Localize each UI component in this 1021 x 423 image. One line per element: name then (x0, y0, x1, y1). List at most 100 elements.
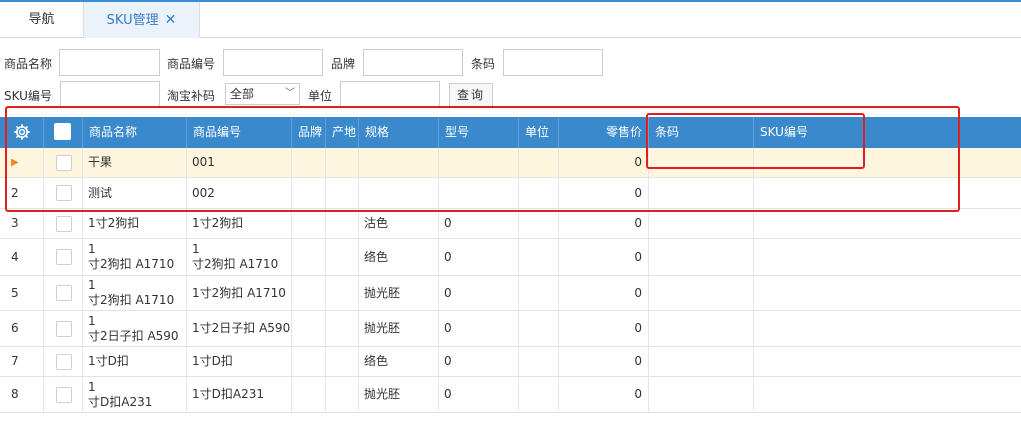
row-checkbox[interactable] (56, 249, 72, 265)
cell-spec: 沽色 (359, 209, 439, 238)
cell-brand (292, 148, 326, 177)
barcode-label: 条码 (471, 57, 496, 71)
taobao-code-select[interactable]: 全部 ﹀ (225, 83, 300, 105)
brand-input[interactable] (363, 49, 463, 76)
cell-brand (292, 377, 326, 412)
cell-unit (519, 148, 559, 177)
cell-retail-price: 0 (559, 209, 649, 238)
cell-unit (519, 347, 559, 376)
cell-barcode (649, 178, 754, 208)
row-number: 7 (0, 347, 44, 376)
tab-navigation[interactable]: 导航 (0, 2, 84, 38)
cell-spec: 络色 (359, 347, 439, 376)
col-header-product-name[interactable]: 商品名称 (83, 117, 187, 148)
col-header-origin[interactable]: 产地 (326, 117, 359, 148)
row-checkbox[interactable] (56, 320, 72, 337)
select-all-checkbox[interactable] (54, 123, 71, 140)
cell-model: 0 (439, 377, 519, 412)
barcode-input[interactable] (503, 49, 603, 76)
table-row[interactable]: 41 寸2狗扣 A1710 1 寸2狗扣 A1710 络色 0 0 (0, 239, 1021, 276)
unit-input[interactable] (340, 81, 440, 108)
cell-unit (519, 377, 559, 412)
cell-sku-code (754, 377, 1021, 412)
close-icon[interactable]: ✕ (165, 12, 177, 28)
taobao-code-value: 全部 (230, 87, 255, 101)
table-row[interactable]: ▶ 干果 001 0 (0, 148, 1021, 178)
tab-sku-management[interactable]: SKU管理 ✕ (84, 2, 200, 38)
row-checkbox[interactable] (56, 154, 72, 171)
cell-model: 0 (439, 311, 519, 346)
cell-origin (326, 178, 359, 208)
col-header-barcode[interactable]: 条码 (649, 117, 754, 148)
row-checkbox[interactable] (56, 185, 72, 201)
query-button[interactable]: 查询 (449, 83, 493, 107)
row-checkbox[interactable] (56, 353, 72, 370)
table-row[interactable]: 61 寸2日子扣 A590 1寸2日子扣 A590 抛光胚 0 0 (0, 311, 1021, 347)
col-header-product-code[interactable]: 商品编号 (187, 117, 292, 148)
cell-brand (292, 276, 326, 310)
table-row[interactable]: 81 寸D扣A231 1寸D扣A231 抛光胚 0 0 (0, 377, 1021, 413)
row-checkbox[interactable] (56, 215, 72, 232)
col-header-unit[interactable]: 单位 (519, 117, 559, 148)
cell-barcode (649, 209, 754, 238)
cell-brand (292, 239, 326, 275)
row-number: ▶ (0, 148, 44, 177)
settings-icon[interactable] (0, 117, 44, 148)
row-number: 4 (0, 239, 44, 275)
cell-origin (326, 311, 359, 346)
row-checkbox[interactable] (56, 285, 72, 301)
cell-origin (326, 209, 359, 238)
grid-header: 商品名称 商品编号 品牌 产地 规格 型号 单位 零售价 条码 SKU编号 (0, 117, 1021, 148)
cell-spec (359, 178, 439, 208)
row-checkbox-cell (44, 311, 83, 346)
col-header-spec[interactable]: 规格 (359, 117, 439, 148)
row-checkbox[interactable] (56, 386, 72, 403)
product-code-label: 商品编号 (167, 57, 216, 71)
cell-sku-code (754, 311, 1021, 346)
col-header-brand[interactable]: 品牌 (292, 117, 326, 148)
row-number: 6 (0, 311, 44, 346)
sku-code-input[interactable] (60, 81, 160, 108)
cell-retail-price: 0 (559, 239, 649, 275)
table-row[interactable]: 7 1寸D扣 1寸D扣 络色 0 0 (0, 347, 1021, 377)
cell-spec: 络色 (359, 239, 439, 275)
cell-sku-code (754, 276, 1021, 310)
table-row[interactable]: 51 寸2狗扣 A1710 1寸2狗扣 A1710 抛光胚 0 0 (0, 276, 1021, 311)
cell-brand (292, 209, 326, 238)
cell-origin (326, 377, 359, 412)
cell-retail-price: 0 (559, 178, 649, 208)
cell-product-name: 测试 (83, 178, 187, 208)
cell-sku-code (754, 148, 1021, 177)
cell-brand (292, 347, 326, 376)
col-header-sku-code[interactable]: SKU编号 (754, 117, 1021, 148)
cell-product-name: 干果 (83, 148, 187, 177)
cell-retail-price: 0 (559, 377, 649, 412)
table-row[interactable]: 3 1寸2狗扣 1寸2狗扣 沽色 0 0 (0, 209, 1021, 239)
cell-product-name: 1 寸2狗扣 A1710 (83, 239, 187, 275)
cell-product-name: 1 寸2日子扣 A590 (83, 311, 187, 346)
current-row-pointer-icon: ▶ (11, 157, 19, 168)
cell-product-code: 1寸2日子扣 A590 (187, 311, 292, 346)
tab-bar: 导航 SKU管理 ✕ (0, 0, 1021, 38)
select-all-checkbox-cell (44, 117, 83, 148)
cell-product-code: 1寸2狗扣 (187, 209, 292, 238)
col-header-model[interactable]: 型号 (439, 117, 519, 148)
sku-code-label: SKU编号 (4, 89, 52, 103)
cell-product-name: 1寸D扣 (83, 347, 187, 376)
product-code-input[interactable] (223, 49, 323, 76)
row-checkbox-cell (44, 148, 83, 177)
col-header-retail-price[interactable]: 零售价 (559, 117, 649, 148)
table-row[interactable]: 2 测试 002 0 (0, 178, 1021, 209)
row-checkbox-cell (44, 239, 83, 275)
row-checkbox-cell (44, 209, 83, 238)
cell-barcode (649, 148, 754, 177)
cell-unit (519, 311, 559, 346)
cell-product-code: 002 (187, 178, 292, 208)
row-checkbox-cell (44, 178, 83, 208)
product-name-input[interactable] (59, 49, 160, 76)
cell-retail-price: 0 (559, 148, 649, 177)
cell-unit (519, 178, 559, 208)
cell-product-code: 1寸D扣 (187, 347, 292, 376)
unit-label: 单位 (308, 89, 333, 103)
cell-spec (359, 148, 439, 177)
